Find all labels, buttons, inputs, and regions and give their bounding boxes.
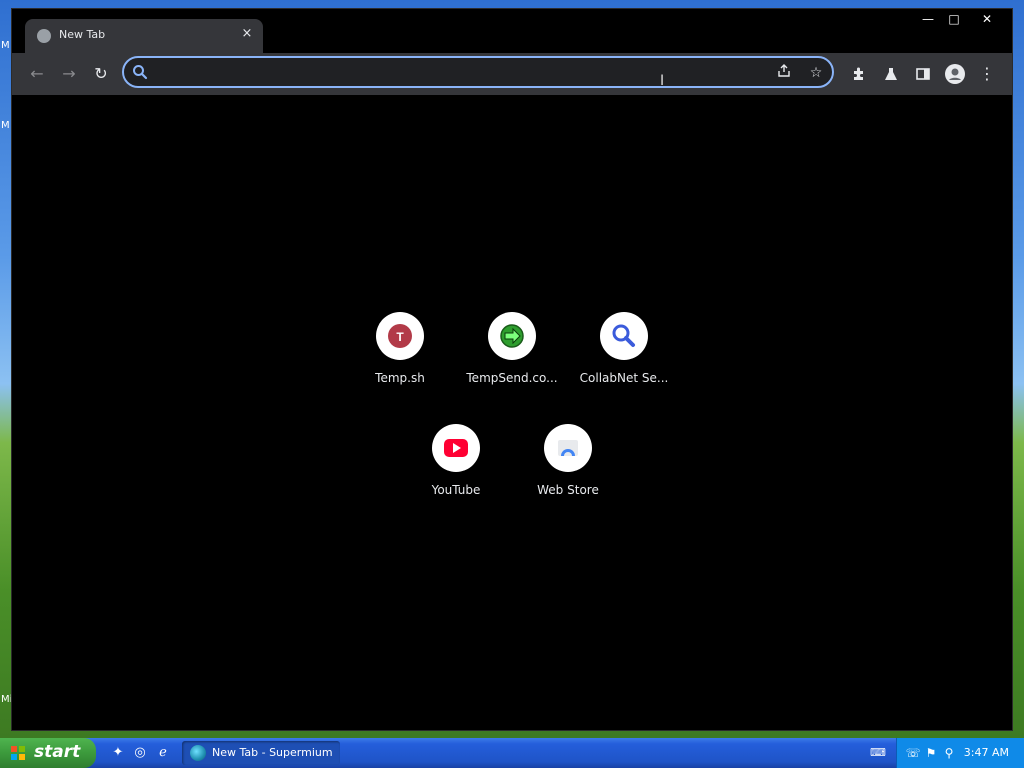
bookmark-star-icon[interactable]: ☆ — [806, 63, 826, 83]
menu-kebab-icon[interactable]: ⋮ — [975, 62, 999, 86]
side-panel-icon[interactable] — [911, 62, 935, 86]
search-tray-icon[interactable]: ⚲ — [941, 745, 957, 761]
shortcut-web-store[interactable]: Web Store — [512, 424, 624, 524]
shortcut-youtube[interactable]: YouTube — [400, 424, 512, 524]
text-cursor-icon: I — [660, 73, 665, 89]
title-bar[interactable]: New Tab × — □ ✕ — [12, 9, 1012, 53]
start-label: start — [34, 742, 81, 762]
quick-launch-app-icon[interactable]: ✦ — [110, 745, 126, 761]
taskbar-item-browser[interactable]: New Tab - Supermium — [182, 741, 340, 765]
desktop-icon-label[interactable]: M — [1, 120, 10, 131]
browser-window: New Tab × — □ ✕ ← → ↻ ☆ ⋮ I T Temp.sh Te… — [11, 8, 1013, 731]
back-button[interactable]: ← — [25, 62, 49, 86]
shortcut-tempsend[interactable]: TempSend.co... — [456, 312, 568, 412]
tempsend-icon — [500, 324, 524, 348]
profile-avatar-icon[interactable] — [943, 62, 967, 86]
shortcut-temp-sh[interactable]: T Temp.sh — [344, 312, 456, 412]
collabnet-search-icon — [612, 324, 635, 347]
shortcut-collabnet-search[interactable]: CollabNet Se... — [568, 312, 680, 412]
svg-text:T: T — [396, 330, 404, 344]
start-button[interactable]: start — [0, 738, 96, 768]
tab-title: New Tab — [59, 28, 106, 41]
temp-sh-icon: T — [388, 324, 412, 348]
shortcut-title: Web Store — [537, 483, 599, 497]
shortcut-title: Temp.sh — [375, 371, 425, 385]
close-window-button[interactable]: ✕ — [973, 11, 1001, 27]
toolbar: ← → ↻ ☆ ⋮ — [12, 53, 1012, 95]
web-store-icon — [558, 440, 578, 456]
tab-new-tab[interactable]: New Tab × — [25, 19, 263, 53]
maximize-button[interactable]: □ — [940, 11, 968, 27]
keyboard-icon[interactable]: ⌨ — [870, 746, 886, 759]
address-bar[interactable]: ☆ — [122, 56, 834, 88]
quick-launch-media-icon[interactable]: ◎ — [132, 745, 148, 761]
globe-icon — [37, 29, 51, 43]
address-input[interactable] — [156, 62, 760, 84]
extensions-icon[interactable] — [847, 62, 871, 86]
youtube-icon — [444, 439, 468, 457]
windows-flag-icon — [11, 746, 25, 760]
system-tray: ☏ ⚑ ⚲ 3:47 AM — [896, 738, 1024, 768]
supermium-icon — [190, 745, 206, 761]
desktop-icon-label[interactable]: M — [1, 40, 10, 51]
clock[interactable]: 3:47 AM — [964, 746, 1009, 759]
minimize-button[interactable]: — — [914, 11, 942, 27]
tab-close-button[interactable]: × — [239, 26, 255, 41]
taskbar-item-label: New Tab - Supermium — [212, 746, 333, 759]
search-icon — [133, 65, 148, 80]
reload-button[interactable]: ↻ — [89, 62, 113, 86]
share-icon[interactable] — [774, 63, 794, 83]
taskbar: start ✦ ◎ ℯ New Tab - Supermium ⌨ ☏ ⚑ ⚲ … — [0, 738, 1024, 768]
shortcut-title: YouTube — [431, 483, 481, 497]
quick-launch-ie-icon[interactable]: ℯ — [155, 745, 171, 761]
security-icon[interactable]: ⚑ — [923, 745, 939, 761]
shortcut-title: CollabNet Se... — [579, 371, 669, 385]
forward-button[interactable]: → — [57, 62, 81, 86]
network-icon[interactable]: ☏ — [905, 745, 921, 761]
labs-flask-icon[interactable] — [879, 62, 903, 86]
shortcut-title: TempSend.co... — [466, 371, 558, 385]
